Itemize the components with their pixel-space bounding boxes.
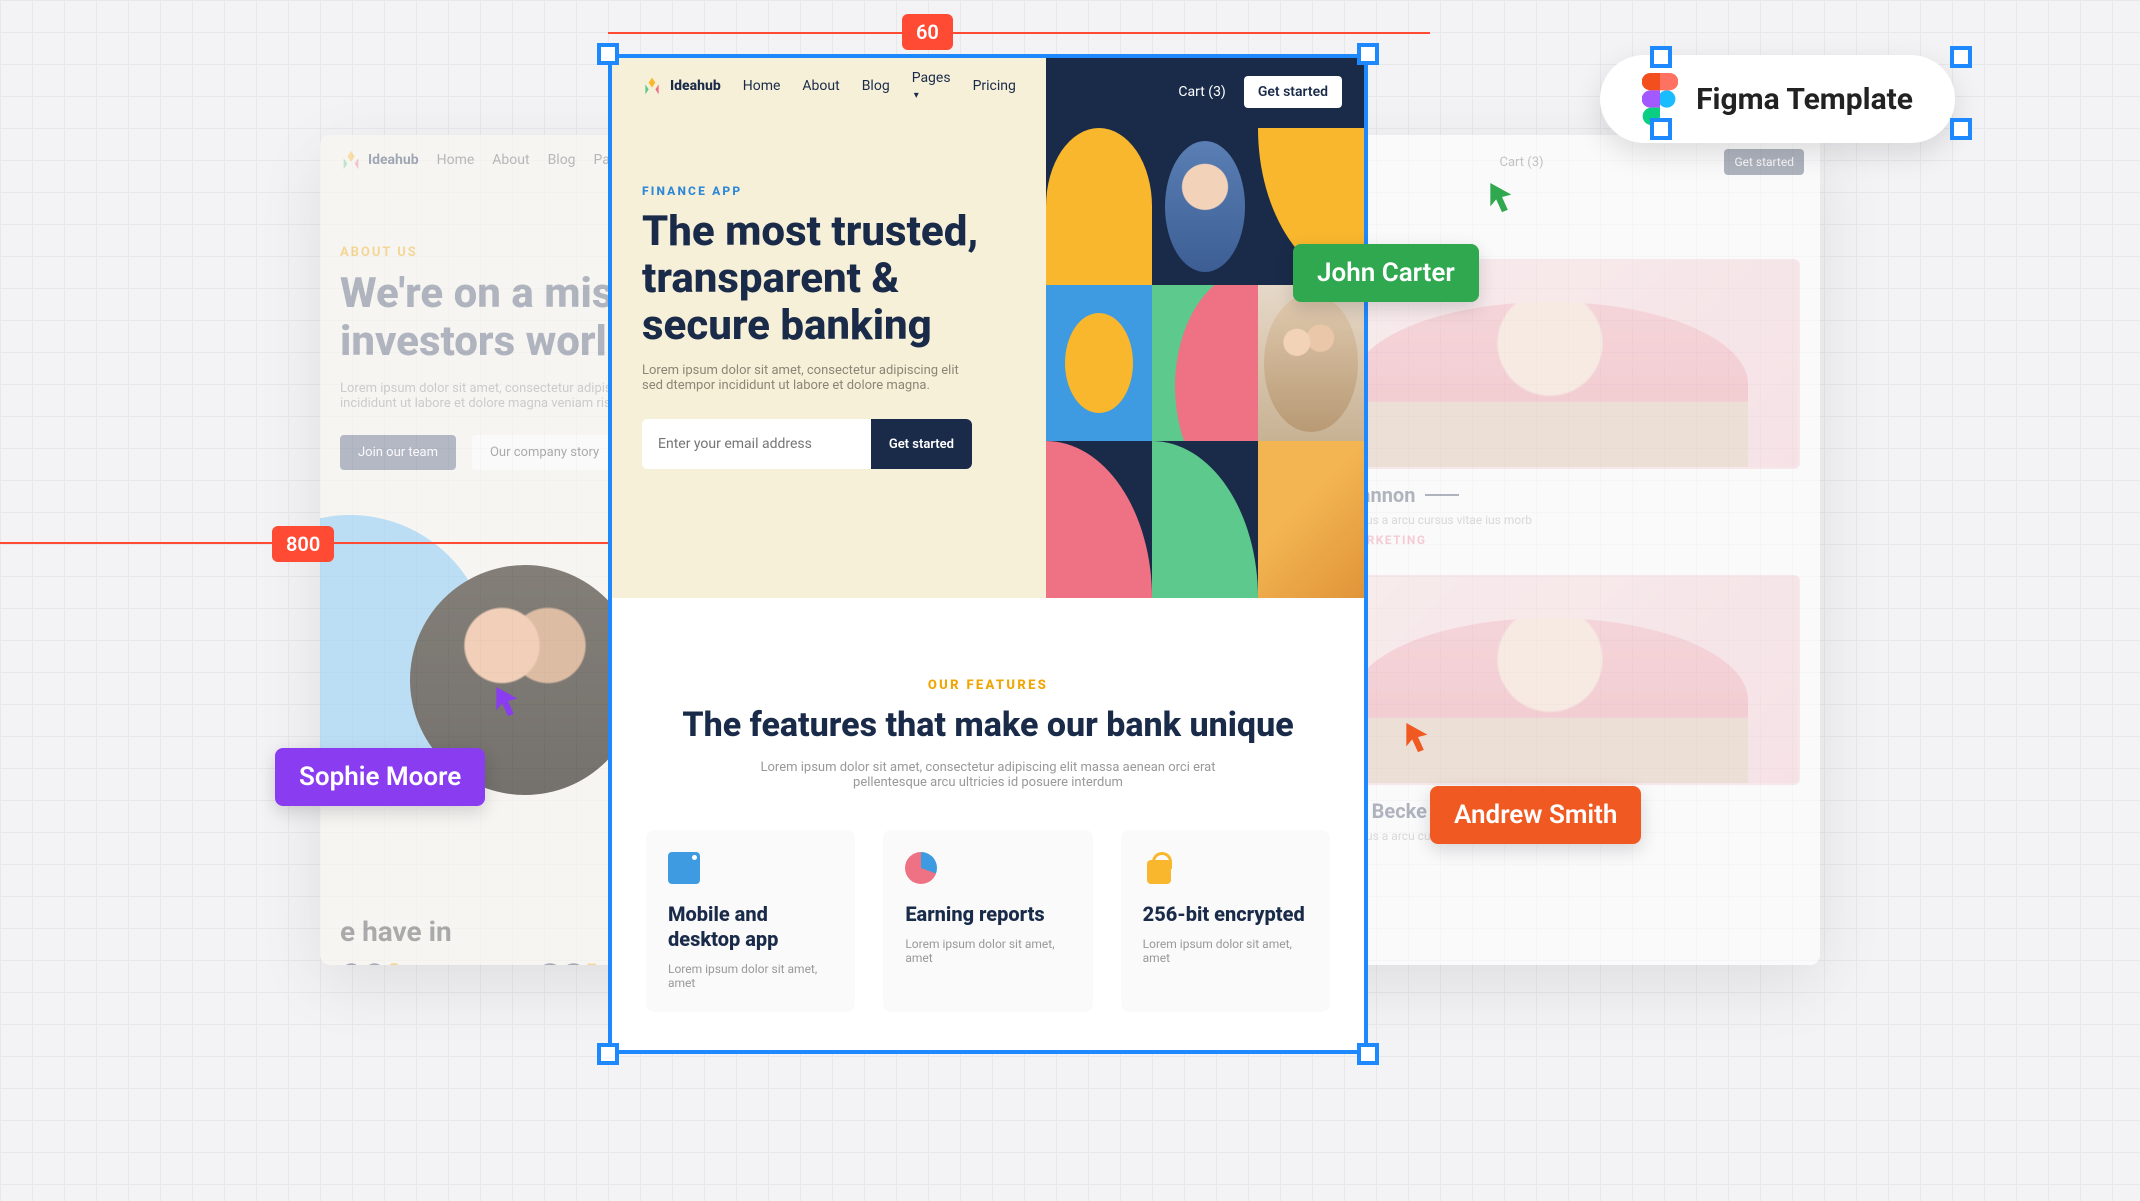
nav-cart[interactable]: Cart (3) (1500, 155, 1544, 170)
stat-item: 99% Customer satisfaction (340, 955, 479, 965)
feature-body: Lorem ipsum dolor sit amet, amet (668, 962, 833, 990)
selection-handle[interactable] (1650, 46, 1672, 68)
nav-blog[interactable]: Blog (862, 78, 890, 94)
features-eyebrow: OUR FEATURES (646, 678, 1330, 693)
feature-body: Lorem ipsum dolor sit amet, amet (905, 937, 1070, 965)
nav-cart[interactable]: Cart (3) (1178, 84, 1225, 100)
figma-pill-label: Figma Template (1696, 82, 1913, 117)
company-story-button[interactable]: Our company story (472, 435, 617, 470)
brand-logo-icon (340, 149, 362, 171)
nav-about[interactable]: About (492, 152, 529, 168)
feature-card: Mobile and desktop app Lorem ipsum dolor… (646, 830, 855, 1012)
hero-art: Cart (3) Get started (1046, 58, 1364, 598)
person-blurb: Vehicula purus a arcu cursus vitae ius m… (1300, 513, 1800, 527)
brand-logo-icon (642, 76, 662, 96)
ruler-badge-top: 60 (902, 14, 953, 50)
cursor-icon (1404, 720, 1432, 758)
hero-photo (1152, 128, 1258, 285)
person-role: VP OF MARKETING (1300, 533, 1800, 547)
lock-icon (1143, 852, 1175, 884)
feature-card: 256-bit encrypted Lorem ipsum dolor sit … (1121, 830, 1330, 1012)
nav-home[interactable]: Home (743, 78, 781, 94)
selection-handle[interactable] (1357, 1043, 1379, 1065)
decor-shape (1046, 128, 1152, 285)
hero-subhead: Lorem ipsum dolor sit amet, consectetur … (642, 363, 971, 393)
get-started-button[interactable]: Get started (1724, 149, 1804, 175)
collaborator-tag-sophie: Sophie Moore (275, 748, 485, 806)
features-subhead: Lorem ipsum dolor sit amet, consectetur … (749, 760, 1228, 790)
nav-blog[interactable]: Blog (548, 152, 576, 168)
phone-icon (668, 852, 700, 884)
ruler-badge-left: 800 (272, 526, 334, 562)
ruler-top (608, 32, 1430, 34)
nav-pages[interactable]: Pages ▾ (912, 70, 951, 102)
brand: Ideahub (642, 76, 721, 96)
decor-shape (1152, 285, 1258, 442)
cursor-icon (494, 684, 522, 722)
person-card: Matt Cannon Vehicula purus a arcu cursus… (1300, 259, 1800, 547)
brand-text: Ideahub (670, 78, 721, 94)
hero-eyebrow: FINANCE APP (642, 184, 1016, 198)
hero-photo (1258, 285, 1364, 442)
selected-frame[interactable]: Ideahub Home About Blog Pages ▾ Pricing … (608, 54, 1368, 1054)
cursor-icon (1488, 180, 1516, 218)
person-name: Matt Cannon (1300, 483, 1800, 507)
email-input[interactable] (642, 419, 871, 469)
selection-handle[interactable] (1950, 46, 1972, 68)
nav-pricing[interactable]: Pricing (973, 78, 1016, 94)
feature-title: Mobile and desktop app (668, 902, 833, 952)
collaborator-tag-andrew: Andrew Smith (1430, 786, 1641, 844)
selection-handle[interactable] (597, 43, 619, 65)
nav-home[interactable]: Home (437, 152, 475, 168)
decor-shape (1046, 285, 1152, 442)
brand: Ideahub (340, 149, 419, 171)
feature-body: Lorem ipsum dolor sit amet, amet (1143, 937, 1308, 965)
selection-handle[interactable] (597, 1043, 619, 1065)
selection-handle[interactable] (1650, 118, 1672, 140)
chevron-down-icon: ▾ (914, 90, 919, 101)
feature-card: Earning reports Lorem ipsum dolor sit am… (883, 830, 1092, 1012)
hero-photo (1258, 441, 1364, 598)
person-photo (1300, 575, 1800, 785)
get-started-button[interactable]: Get started (1244, 76, 1342, 108)
pie-chart-icon (905, 852, 937, 884)
brand-text: Ideahub (368, 152, 419, 168)
stats-heading: e have in (340, 915, 452, 948)
nav-about[interactable]: About (802, 78, 839, 94)
hero-headline: The most trusted, transparent & secure b… (642, 208, 1016, 349)
feature-title: 256-bit encrypted (1143, 902, 1308, 927)
features-heading: The features that make our bank unique (646, 705, 1330, 746)
decor-shape (1046, 441, 1152, 598)
get-started-button[interactable]: Get started (871, 419, 972, 469)
decor-shape (1152, 441, 1258, 598)
join-team-button[interactable]: Join our team (340, 435, 456, 470)
collaborator-tag-john: John Carter (1293, 244, 1479, 302)
feature-title: Earning reports (905, 902, 1070, 927)
selection-handle[interactable] (1950, 118, 1972, 140)
selection-handle[interactable] (1357, 43, 1379, 65)
email-capture: Get started (642, 419, 972, 469)
